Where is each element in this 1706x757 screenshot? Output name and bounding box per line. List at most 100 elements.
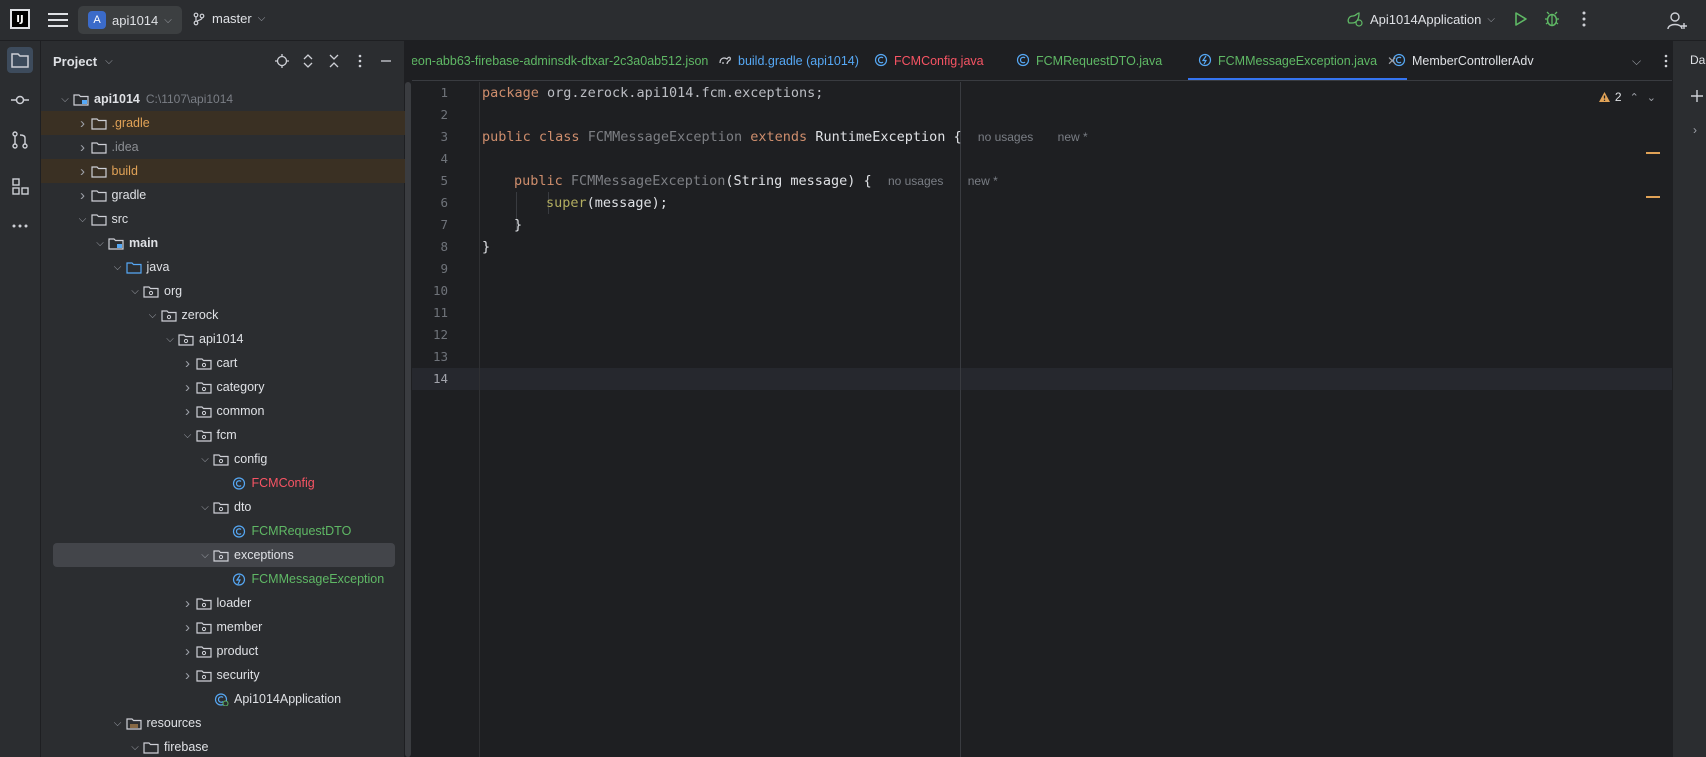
tree-item-cart[interactable]: › cart: [41, 351, 405, 375]
package-icon: [195, 669, 212, 682]
chevron-down-icon[interactable]: ⌵: [127, 286, 143, 297]
chevron-up-icon[interactable]: ⌃: [1630, 91, 1639, 104]
chevron-down-icon[interactable]: ⌵: [197, 502, 213, 513]
code-line-1: package org.zerock.api1014.fcm.exception…: [482, 85, 824, 101]
tabs-dropdown[interactable]: ⌵: [1632, 41, 1672, 80]
project-panel-title[interactable]: Project: [53, 54, 97, 69]
tree-item-common[interactable]: › common: [41, 399, 405, 423]
collapse-all-icon[interactable]: [324, 51, 344, 71]
chevron-down-icon: ⌵: [1487, 13, 1495, 25]
tree-item-zerock[interactable]: ⌵ zerock: [41, 303, 405, 327]
tree-item-firebase[interactable]: ⌵ firebase: [41, 735, 405, 757]
tree-item-main[interactable]: ⌵ main: [41, 231, 405, 255]
tree-item-gradle[interactable]: › gradle: [41, 183, 405, 207]
line-number-gutter[interactable]: 1 2 3 4 5 6 7 8 9 10 11 12 13 14: [412, 82, 480, 757]
more-options-icon[interactable]: [1659, 54, 1672, 68]
chevron-right-icon[interactable]: ›: [180, 355, 196, 372]
project-tool-button[interactable]: [7, 47, 33, 73]
chevron-right-icon[interactable]: ›: [75, 187, 91, 204]
database-tool-label[interactable]: Da: [1690, 53, 1705, 67]
chevron-down-icon[interactable]: ⌵: [127, 742, 143, 753]
inspection-widget[interactable]: 2 ⌃ ⌄: [1598, 90, 1656, 104]
tree-item-src[interactable]: ⌵ src: [41, 207, 405, 231]
add-icon[interactable]: [1690, 89, 1704, 103]
hide-panel-icon[interactable]: [376, 51, 396, 71]
add-user-icon[interactable]: [1666, 10, 1688, 32]
tree-item-security[interactable]: › security: [41, 663, 405, 687]
editor-tab[interactable]: build.gradle (api1014): [718, 41, 859, 80]
tree-item-product[interactable]: › product: [41, 639, 405, 663]
tree-item-api1014application[interactable]: Api1014Application: [41, 687, 405, 711]
tree-item-idea[interactable]: › .idea: [41, 135, 405, 159]
tree-item-resources[interactable]: ⌵ resources: [41, 711, 405, 735]
chevron-down-icon[interactable]: ⌵: [57, 94, 73, 105]
chevron-right-icon[interactable]: ›: [75, 139, 91, 156]
chevron-right-icon[interactable]: ›: [180, 643, 196, 660]
chevron-down-icon[interactable]: ⌵: [110, 718, 126, 729]
chevron-down-icon[interactable]: ⌵: [92, 238, 108, 249]
tree-item-java[interactable]: ⌵ java: [41, 255, 405, 279]
intellij-logo-icon[interactable]: IJ: [10, 9, 30, 29]
editor-tab[interactable]: FCMRequestDTO.java: [1016, 41, 1162, 80]
branch-name: master: [212, 11, 252, 26]
pull-requests-tool-button[interactable]: [7, 127, 33, 153]
warning-stripe-marker[interactable]: [1646, 152, 1660, 154]
expand-all-icon[interactable]: [298, 51, 318, 71]
structure-tool-button[interactable]: [7, 173, 33, 199]
locate-icon[interactable]: [272, 51, 292, 71]
tree-item-loader[interactable]: › loader: [41, 591, 405, 615]
chevron-down-icon[interactable]: ⌵: [110, 262, 126, 273]
tree-item-org[interactable]: ⌵ org: [41, 279, 405, 303]
chevron-down-icon[interactable]: ⌵: [197, 454, 213, 465]
chevron-right-icon[interactable]: ›: [180, 667, 196, 684]
run-config-selector[interactable]: Api1014Application ⌵: [1346, 11, 1495, 27]
editor-tab[interactable]: FCMMessageException.java ✕: [1188, 41, 1408, 80]
tree-item-api1014[interactable]: ⌵ api1014 C:\1107\api1014: [41, 87, 405, 111]
chevron-right-icon[interactable]: ›: [75, 115, 91, 132]
tree-item-build[interactable]: › build: [41, 159, 405, 183]
tree-item-gradle[interactable]: › .gradle: [41, 111, 405, 135]
tree-item-config[interactable]: ⌵ config: [41, 447, 405, 471]
chevron-down-icon[interactable]: ⌵: [145, 310, 161, 321]
editor-tab[interactable]: neon-abb63-firebase-adminsdk-dtxar-2c3a0…: [412, 41, 708, 80]
project-panel-scrollbar[interactable]: [405, 82, 411, 757]
chevron-right-icon[interactable]: ›: [180, 379, 196, 396]
chevron-down-icon[interactable]: ⌵: [75, 214, 91, 225]
line-number: 3: [440, 129, 448, 144]
tree-item-category[interactable]: › category: [41, 375, 405, 399]
chevron-right-icon[interactable]: ›: [180, 619, 196, 636]
tree-item-fcmrequestdto[interactable]: FCMRequestDTO: [41, 519, 405, 543]
package-icon: [195, 381, 212, 394]
options-icon[interactable]: [350, 51, 370, 71]
chevron-right-icon[interactable]: ›: [180, 403, 196, 420]
warning-stripe-marker[interactable]: [1646, 196, 1660, 198]
chevron-right-icon[interactable]: ›: [180, 595, 196, 612]
editor-tab[interactable]: MemberControllerAdv: [1392, 41, 1534, 80]
editor-tab[interactable]: FCMConfig.java: [874, 41, 984, 80]
tree-item-dto[interactable]: ⌵ dto: [41, 495, 405, 519]
commit-tool-button[interactable]: [7, 87, 33, 113]
tree-item-member[interactable]: › member: [41, 615, 405, 639]
chevron-right-icon[interactable]: ›: [1693, 123, 1697, 137]
project-selector[interactable]: A api1014 ⌵: [78, 6, 182, 34]
tree-item-api1014[interactable]: ⌵ api1014: [41, 327, 405, 351]
chevron-down-icon[interactable]: ⌵: [105, 56, 113, 67]
more-options-icon[interactable]: [1574, 9, 1594, 29]
close-icon[interactable]: ✕: [1387, 54, 1397, 68]
tree-item-fcmconfig[interactable]: FCMConfig: [41, 471, 405, 495]
main-menu-icon[interactable]: [48, 11, 68, 29]
chevron-down-icon[interactable]: ⌄: [1647, 91, 1656, 104]
chevron-down-icon[interactable]: ⌵: [197, 550, 213, 561]
chevron-right-icon[interactable]: ›: [75, 163, 91, 180]
tree-item-fcm[interactable]: ⌵ fcm: [41, 423, 405, 447]
debug-icon[interactable]: [1542, 9, 1562, 29]
tree-item-fcmmessageexception[interactable]: FCMMessageException: [41, 567, 405, 591]
more-tools-button[interactable]: [7, 213, 33, 239]
run-icon[interactable]: [1510, 9, 1530, 29]
tree-item-exceptions[interactable]: ⌵ exceptions: [53, 543, 395, 567]
code-editor[interactable]: 1 2 3 4 5 6 7 8 9 10 11 12 13 14 package org.zerock.a…: [412, 82, 1672, 757]
line-number: 2: [440, 107, 448, 122]
chevron-down-icon[interactable]: ⌵: [180, 430, 196, 441]
vcs-branch-selector[interactable]: master ⌵: [192, 11, 265, 26]
chevron-down-icon[interactable]: ⌵: [162, 334, 178, 345]
